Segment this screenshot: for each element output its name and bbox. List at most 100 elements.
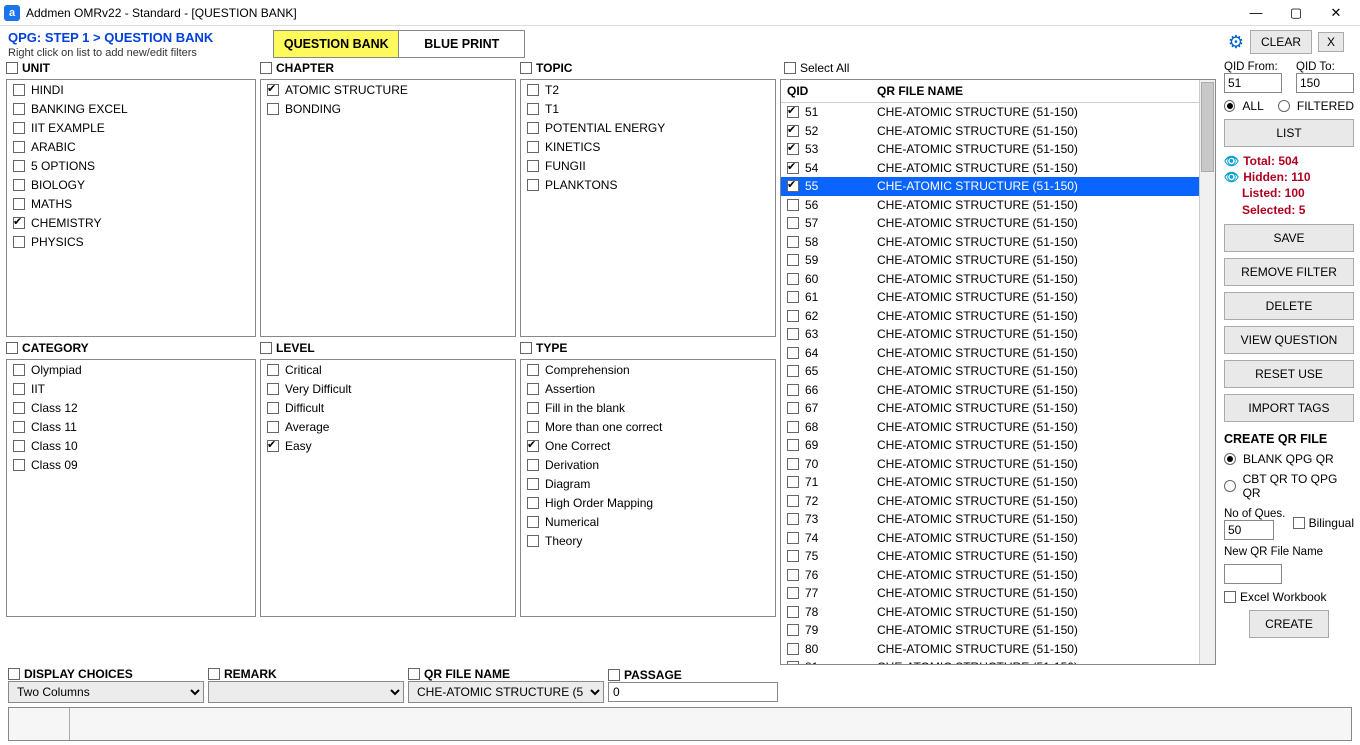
checkbox[interactable] <box>787 291 799 303</box>
table-row[interactable]: 65CHE-ATOMIC STRUCTURE (51-150) <box>781 362 1215 381</box>
checkbox[interactable] <box>267 421 279 433</box>
checkbox[interactable] <box>527 459 539 471</box>
list-item[interactable]: T1 <box>521 99 775 118</box>
checkbox[interactable] <box>527 497 539 509</box>
unit-all-checkbox[interactable] <box>6 62 18 74</box>
scrollbar-thumb[interactable] <box>1201 82 1214 172</box>
list-item[interactable]: 5 OPTIONS <box>7 156 255 175</box>
passage-checkbox[interactable] <box>608 669 620 681</box>
checkbox[interactable] <box>787 532 799 544</box>
qid-to-input[interactable] <box>1296 73 1354 93</box>
checkbox[interactable] <box>13 160 25 172</box>
table-row[interactable]: 76CHE-ATOMIC STRUCTURE (51-150) <box>781 566 1215 585</box>
list-item[interactable]: More than one correct <box>521 417 775 436</box>
remove-filter-button[interactable]: REMOVE FILTER <box>1224 258 1354 286</box>
list-item[interactable]: ATOMIC STRUCTURE <box>261 80 515 99</box>
checkbox[interactable] <box>13 421 25 433</box>
tab-question-bank[interactable]: QUESTION BANK <box>273 30 399 58</box>
list-item[interactable]: HINDI <box>7 80 255 99</box>
radio-cbt-qr[interactable] <box>1224 480 1236 492</box>
passage-input[interactable] <box>608 682 778 702</box>
list-item[interactable]: KINETICS <box>521 137 775 156</box>
clear-button[interactable]: CLEAR <box>1250 30 1312 54</box>
table-row[interactable]: 75CHE-ATOMIC STRUCTURE (51-150) <box>781 547 1215 566</box>
checkbox[interactable] <box>527 364 539 376</box>
display-choices-checkbox[interactable] <box>8 668 20 680</box>
checkbox[interactable] <box>527 440 539 452</box>
checkbox[interactable] <box>267 84 279 96</box>
table-row[interactable]: 52CHE-ATOMIC STRUCTURE (51-150) <box>781 122 1215 141</box>
checkbox[interactable] <box>13 459 25 471</box>
table-row[interactable]: 63CHE-ATOMIC STRUCTURE (51-150) <box>781 325 1215 344</box>
checkbox[interactable] <box>787 106 799 118</box>
checkbox[interactable] <box>787 643 799 655</box>
checkbox[interactable] <box>527 84 539 96</box>
radio-all[interactable] <box>1224 100 1235 112</box>
list-item[interactable]: Theory <box>521 531 775 550</box>
import-tags-button[interactable]: IMPORT TAGS <box>1224 394 1354 422</box>
x-button[interactable]: X <box>1318 32 1344 52</box>
qrfile-checkbox[interactable] <box>408 668 420 680</box>
list-item[interactable]: Class 09 <box>7 455 255 474</box>
list-item[interactable]: Very Difficult <box>261 379 515 398</box>
list-item[interactable]: Critical <box>261 360 515 379</box>
checkbox[interactable] <box>787 365 799 377</box>
checkbox[interactable] <box>527 421 539 433</box>
select-all-checkbox[interactable] <box>784 62 796 74</box>
list-item[interactable]: T2 <box>521 80 775 99</box>
checkbox[interactable] <box>787 569 799 581</box>
checkbox[interactable] <box>13 217 25 229</box>
excel-checkbox[interactable] <box>1224 591 1236 603</box>
checkbox[interactable] <box>787 310 799 322</box>
table-row[interactable]: 69CHE-ATOMIC STRUCTURE (51-150) <box>781 436 1215 455</box>
table-row[interactable]: 56CHE-ATOMIC STRUCTURE (51-150) <box>781 196 1215 215</box>
minimize-icon[interactable]: — <box>1246 5 1266 21</box>
checkbox[interactable] <box>787 162 799 174</box>
create-button[interactable]: CREATE <box>1249 610 1329 638</box>
maximize-icon[interactable]: ▢ <box>1286 5 1306 21</box>
checkbox[interactable] <box>13 198 25 210</box>
checkbox[interactable] <box>787 402 799 414</box>
list-item[interactable]: PLANKTONS <box>521 175 775 194</box>
checkbox[interactable] <box>787 439 799 451</box>
checkbox[interactable] <box>527 160 539 172</box>
list-item[interactable]: BONDING <box>261 99 515 118</box>
list-item[interactable]: Difficult <box>261 398 515 417</box>
table-row[interactable]: 67CHE-ATOMIC STRUCTURE (51-150) <box>781 399 1215 418</box>
view-question-button[interactable]: VIEW QUESTION <box>1224 326 1354 354</box>
checkbox[interactable] <box>787 587 799 599</box>
qid-from-input[interactable] <box>1224 73 1282 93</box>
table-row[interactable]: 74CHE-ATOMIC STRUCTURE (51-150) <box>781 529 1215 548</box>
table-row[interactable]: 71CHE-ATOMIC STRUCTURE (51-150) <box>781 473 1215 492</box>
checkbox[interactable] <box>787 254 799 266</box>
level-list[interactable]: CriticalVery DifficultDifficultAverageEa… <box>260 359 516 617</box>
checkbox[interactable] <box>13 364 25 376</box>
checkbox[interactable] <box>787 125 799 137</box>
table-row[interactable]: 78CHE-ATOMIC STRUCTURE (51-150) <box>781 603 1215 622</box>
list-item[interactable]: Numerical <box>521 512 775 531</box>
list-item[interactable]: PHYSICS <box>7 232 255 251</box>
category-list[interactable]: OlympiadIITClass 12Class 11Class 10Class… <box>6 359 256 617</box>
checkbox[interactable] <box>527 103 539 115</box>
display-choices-select[interactable]: Two Columns <box>8 681 204 703</box>
checkbox[interactable] <box>267 103 279 115</box>
table-row[interactable]: 80CHE-ATOMIC STRUCTURE (51-150) <box>781 640 1215 659</box>
checkbox[interactable] <box>787 273 799 285</box>
qrfile-select[interactable]: CHE-ATOMIC STRUCTURE (51-150) <box>408 681 604 703</box>
checkbox[interactable] <box>267 440 279 452</box>
checkbox[interactable] <box>527 179 539 191</box>
table-row[interactable]: 62CHE-ATOMIC STRUCTURE (51-150) <box>781 307 1215 326</box>
type-all-checkbox[interactable] <box>520 342 532 354</box>
checkbox[interactable] <box>787 458 799 470</box>
unit-list[interactable]: HINDIBANKING EXCELIIT EXAMPLEARABIC5 OPT… <box>6 79 256 337</box>
no-ques-input[interactable] <box>1224 520 1274 540</box>
checkbox[interactable] <box>13 141 25 153</box>
list-item[interactable]: BANKING EXCEL <box>7 99 255 118</box>
table-row[interactable]: 60CHE-ATOMIC STRUCTURE (51-150) <box>781 270 1215 289</box>
checkbox[interactable] <box>13 122 25 134</box>
table-row[interactable]: 79CHE-ATOMIC STRUCTURE (51-150) <box>781 621 1215 640</box>
list-item[interactable]: POTENTIAL ENERGY <box>521 118 775 137</box>
checkbox[interactable] <box>787 495 799 507</box>
table-row[interactable]: 54CHE-ATOMIC STRUCTURE (51-150) <box>781 159 1215 178</box>
checkbox[interactable] <box>267 383 279 395</box>
